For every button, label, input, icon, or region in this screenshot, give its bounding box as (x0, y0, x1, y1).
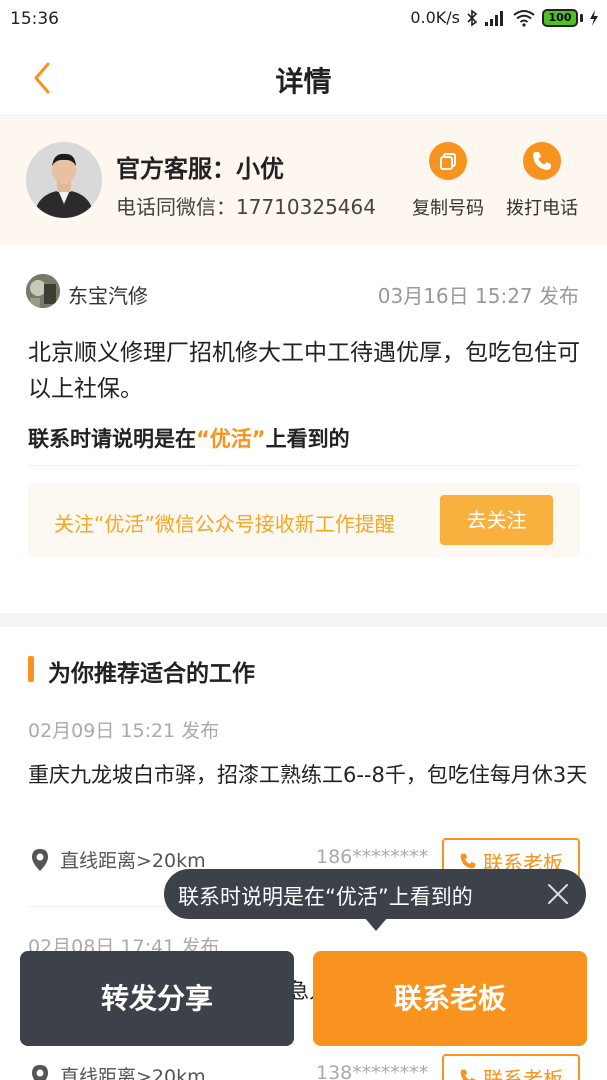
job-time: 02月09日 15:21 发布 (28, 720, 220, 742)
poster-avatar (26, 274, 60, 308)
contact-boss-label: 联系老板 (483, 1066, 563, 1080)
location-icon (32, 1064, 48, 1080)
section-marker (28, 656, 34, 682)
contact-tooltip: 联系时说明是在“优活”上看到的 (164, 869, 586, 931)
follow-button[interactable]: 去关注 (440, 495, 553, 545)
job-phone: 138******** (316, 1062, 429, 1080)
copy-icon (429, 142, 467, 180)
charging-icon (590, 9, 598, 26)
status-icons: 0.0K/s 100 (410, 8, 599, 27)
job-post: 东宝汽修 03月16日 15:27 发布 北京顺义修理厂招机修大工中工待遇优厚，… (0, 245, 607, 613)
post-time: 03月16日 15:27 发布 (377, 284, 579, 308)
tooltip-text: 联系时说明是在“优活”上看到的 (178, 885, 473, 909)
status-bar: 15:36 0.0K/s 100 (0, 0, 607, 40)
phone-icon (523, 142, 561, 180)
battery-level: 100 (542, 8, 578, 27)
call-phone-button[interactable]: 拨打电话 (502, 142, 582, 220)
contact-note-prefix: 联系时请说明是在 (28, 427, 196, 451)
service-phone: 电话同微信：17710325464 (116, 195, 376, 219)
signal-icon (485, 10, 503, 26)
tooltip-arrow (364, 917, 388, 931)
contact-note: 联系时请说明是在“优活”上看到的 (28, 423, 350, 453)
call-phone-label: 拨打电话 (506, 198, 578, 219)
copy-number-button[interactable]: 复制号码 (408, 142, 488, 220)
top-header: 详情 (0, 40, 607, 116)
bluetooth-icon (467, 8, 478, 27)
poster-name: 东宝汽修 (68, 284, 148, 308)
page-title: 详情 (275, 65, 332, 98)
recommend-title: 为你推荐适合的工作 (48, 661, 255, 687)
section-gap (0, 613, 607, 627)
phone-icon (460, 853, 476, 869)
copy-number-label: 复制号码 (412, 198, 484, 219)
status-time: 15:36 (10, 9, 59, 29)
job-distance: 直线距离>20km (30, 846, 206, 873)
customer-service-card: 官方客服：小优 电话同微信：17710325464 复制号码 拨打电话 (0, 117, 607, 245)
contact-note-suffix: 上看到的 (265, 427, 350, 451)
contact-note-highlight: “优活” (196, 427, 266, 451)
contact-boss-button[interactable]: 联系老板 (442, 1054, 580, 1080)
wifi-icon (513, 9, 535, 27)
job-distance-text: 直线距离>20km (60, 1066, 206, 1080)
location-icon (32, 848, 48, 871)
follow-text: 关注“优活”微信公众号接收新工作提醒 (54, 512, 395, 536)
job-phone: 186******** (316, 846, 429, 868)
phone-icon (460, 1069, 476, 1080)
job-distance: 直线距离>20km (30, 1062, 206, 1080)
service-name: 官方客服：小优 (116, 155, 284, 183)
close-icon[interactable] (546, 882, 570, 906)
battery-icon: 100 (542, 8, 583, 27)
share-button[interactable]: 转发分享 (20, 951, 294, 1046)
job-content: 重庆九龙坡白市驿，招漆工熟练工6--8千，包吃住每月休3天 (28, 763, 588, 787)
divider (28, 465, 579, 466)
post-content: 北京顺义修理厂招机修大工中工待遇优厚，包吃包住可以上社保。 (28, 340, 580, 402)
contact-boss-main-button[interactable]: 联系老板 (313, 951, 587, 1046)
follow-banner: 关注“优活”微信公众号接收新工作提醒 去关注 (28, 483, 580, 557)
service-avatar (26, 142, 102, 218)
network-speed: 0.0K/s (410, 8, 460, 27)
